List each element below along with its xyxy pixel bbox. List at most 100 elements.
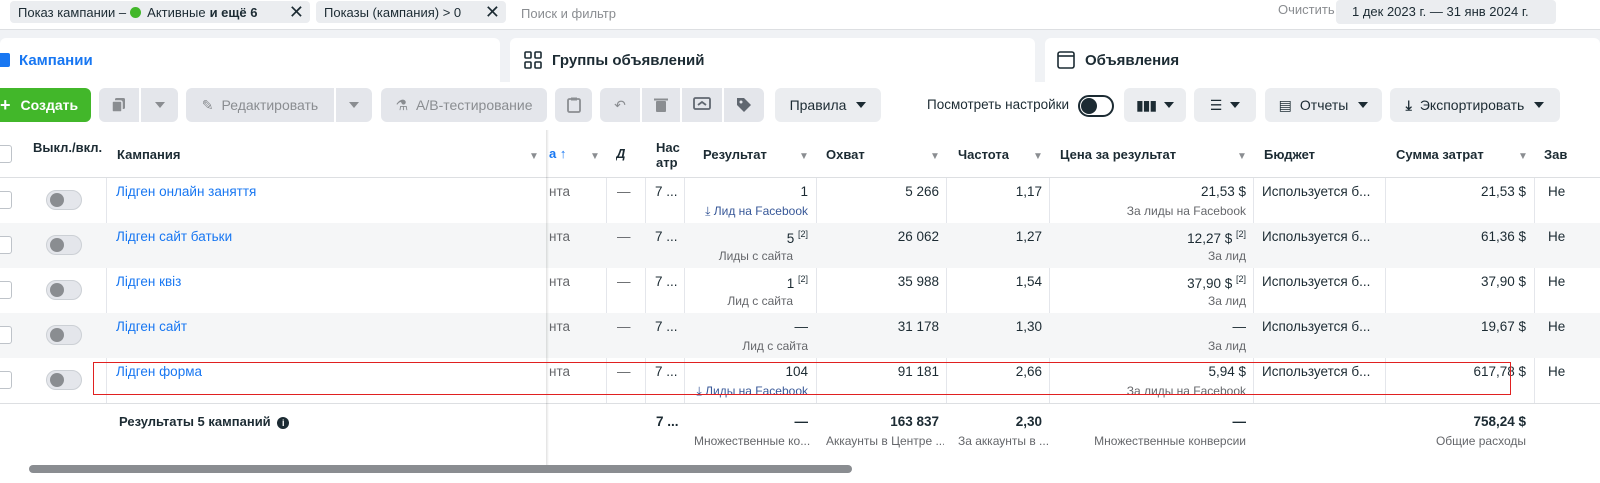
cell-cost-type: За лид — [1208, 249, 1246, 263]
filter-bar: Показ кампании – Активные и ещё 6 ✕ Пока… — [0, 0, 1600, 30]
cell-cost-type: За лид — [1208, 339, 1246, 353]
cell-cost-per-result: 12,27 $ [2] — [1053, 229, 1246, 246]
grid-icon — [524, 51, 542, 69]
campaign-toggle[interactable] — [46, 280, 82, 300]
chevron-down-icon — [1358, 102, 1369, 108]
date-range-picker[interactable]: 1 дек 2023 г. — 31 янв 2024 г. — [1336, 0, 1556, 24]
campaign-toggle[interactable] — [46, 235, 82, 255]
duplicate-dropdown[interactable] — [141, 88, 178, 122]
cell-reach: 31 178 — [897, 319, 939, 334]
result-value: 5 — [786, 230, 795, 246]
chevron-down-icon[interactable]: ▼ — [1518, 151, 1528, 162]
info-icon[interactable]: i — [277, 417, 290, 429]
cell-cost-per-result: — — [1232, 319, 1247, 334]
columns-button[interactable]: ▮▮▮ — [1124, 88, 1186, 122]
breakdown-icon: ☰ — [1209, 96, 1223, 113]
filter-chip-status[interactable]: Показ кампании – Активные и ещё 6 ✕ — [10, 1, 310, 23]
export-button[interactable]: ⤓ Экспортировать — [1390, 88, 1560, 122]
edit-button[interactable]: ✎ Редактировать — [186, 88, 334, 122]
campaign-name[interactable]: Лідген сайт батьки — [116, 229, 232, 244]
table-row[interactable]: Лідген онлайн заняття нта — 7 ... 1 ⤓ Ли… — [0, 178, 1600, 223]
chevron-down-icon — [1534, 102, 1545, 108]
clipboard-button[interactable] — [555, 88, 592, 122]
header-sorted-column[interactable]: а ↑ — [549, 146, 566, 161]
cell-reach: 35 988 — [897, 274, 939, 289]
close-icon[interactable]: ✕ — [485, 2, 500, 22]
cell-reach: 91 181 — [897, 364, 939, 379]
plus-icon: + — [0, 94, 11, 115]
cell-result-type: ⤓ Лид на Facebook — [690, 204, 808, 219]
undo-button[interactable]: ↶ — [600, 88, 640, 122]
campaign-toggle[interactable] — [46, 325, 82, 345]
table-row[interactable]: Лідген квіз нта — 7 ... 1 [2] Лид с сайт… — [0, 268, 1600, 313]
close-icon[interactable]: ✕ — [289, 2, 304, 22]
rules-button[interactable]: Правила — [775, 88, 881, 122]
ab-test-button[interactable]: ⚗ A/B-тестирование — [381, 88, 547, 122]
clear-button[interactable]: Очистить — [1278, 2, 1335, 17]
row-checkbox[interactable] — [0, 281, 12, 299]
filter-chip-impressions[interactable]: Показы (кампания) > 0 ✕ — [316, 1, 506, 23]
cell-narrow-1: — — [617, 184, 631, 199]
cell-result: — — [794, 319, 809, 334]
tab-adsets[interactable]: Группы объявлений — [510, 38, 1035, 82]
header-narrow-1[interactable]: Д — [616, 146, 634, 161]
header-toggle: Выкл./вкл. — [33, 140, 103, 155]
table-row[interactable]: Лідген сайт батьки нта — 7 ... 5 [2] Лид… — [0, 223, 1600, 268]
totals-label-text: Результаты 5 кампаний — [119, 414, 271, 429]
download-icon: ⤓ — [1405, 96, 1412, 113]
pencil-icon: ✎ — [201, 96, 214, 113]
row-checkbox[interactable] — [0, 191, 12, 209]
filter-chip-more: и ещё 6 — [209, 4, 258, 20]
edit-dropdown[interactable] — [336, 88, 372, 122]
row-checkbox[interactable] — [0, 371, 12, 389]
horizontal-scrollbar[interactable] — [29, 465, 852, 473]
view-settings-toggle[interactable] — [1078, 95, 1114, 117]
cell-last: Не — [1548, 319, 1566, 334]
campaign-name[interactable]: Лідген онлайн заняття — [116, 184, 256, 199]
tab-campaigns[interactable]: Кампании — [0, 38, 500, 82]
header-budget[interactable]: Бюджет — [1264, 147, 1315, 162]
totals-narrow-2: 7 ... — [656, 414, 679, 429]
table-row[interactable]: Лідген форма нта — 7 ... 104 ⤓ Лиды на F… — [0, 358, 1600, 403]
header-reach[interactable]: Охват — [826, 147, 865, 162]
header-frequency[interactable]: Частота — [958, 147, 1009, 162]
row-checkbox[interactable] — [0, 236, 12, 254]
duplicate-button[interactable] — [99, 88, 139, 122]
campaign-toggle[interactable] — [46, 190, 82, 210]
header-narrow-2[interactable]: Нас атр — [656, 140, 682, 170]
chevron-down-icon[interactable]: ▼ — [590, 151, 600, 162]
filter-chip-impressions-label: Показы (кампания) > 0 — [324, 4, 462, 20]
select-all-checkbox[interactable] — [0, 145, 12, 163]
chevron-down-icon[interactable]: ▼ — [1237, 151, 1247, 162]
reports-button-label: Отчеты — [1299, 97, 1349, 113]
chevron-down-icon[interactable]: ▼ — [799, 151, 809, 162]
header-spent[interactable]: Сумма затрат — [1396, 147, 1484, 162]
cell-narrow-2: 7 ... — [655, 364, 678, 379]
table-row[interactable]: Лідген сайт нта — 7 ... — Лид с сайта 31… — [0, 313, 1600, 358]
campaign-name[interactable]: Лідген сайт — [116, 319, 187, 334]
delete-button[interactable] — [642, 88, 680, 122]
totals-reach-value: 163 837 — [890, 414, 939, 429]
row-checkbox[interactable] — [0, 326, 12, 344]
chevron-down-icon[interactable]: ▼ — [1033, 151, 1043, 162]
header-result[interactable]: Результат — [703, 147, 767, 162]
tab-ads[interactable]: Объявления — [1045, 38, 1600, 82]
header-campaign[interactable]: Кампания — [117, 147, 180, 162]
breakdown-button[interactable]: ☰ — [1194, 88, 1256, 122]
cell-result: 5 [2] — [690, 229, 808, 246]
chevron-down-icon[interactable]: ▼ — [529, 151, 539, 162]
search-input[interactable] — [521, 2, 1121, 24]
tag-button[interactable] — [724, 88, 764, 122]
reports-button[interactable]: ▤ Отчеты — [1265, 88, 1382, 122]
cell-spent: 37,90 $ — [1480, 274, 1526, 289]
chevron-down-icon[interactable]: ▼ — [930, 151, 940, 162]
header-cost-per-result[interactable]: Цена за результат — [1060, 147, 1176, 162]
export-button-label: Экспортировать — [1419, 97, 1525, 113]
tab-ads-label: Объявления — [1085, 51, 1180, 69]
campaign-name[interactable]: Лідген форма — [116, 364, 202, 379]
preview-button[interactable] — [682, 88, 722, 122]
header-last[interactable]: Зав — [1544, 147, 1600, 162]
create-button[interactable]: + Создать — [0, 88, 91, 122]
campaign-name[interactable]: Лідген квіз — [116, 274, 181, 289]
campaign-toggle[interactable] — [46, 370, 82, 390]
